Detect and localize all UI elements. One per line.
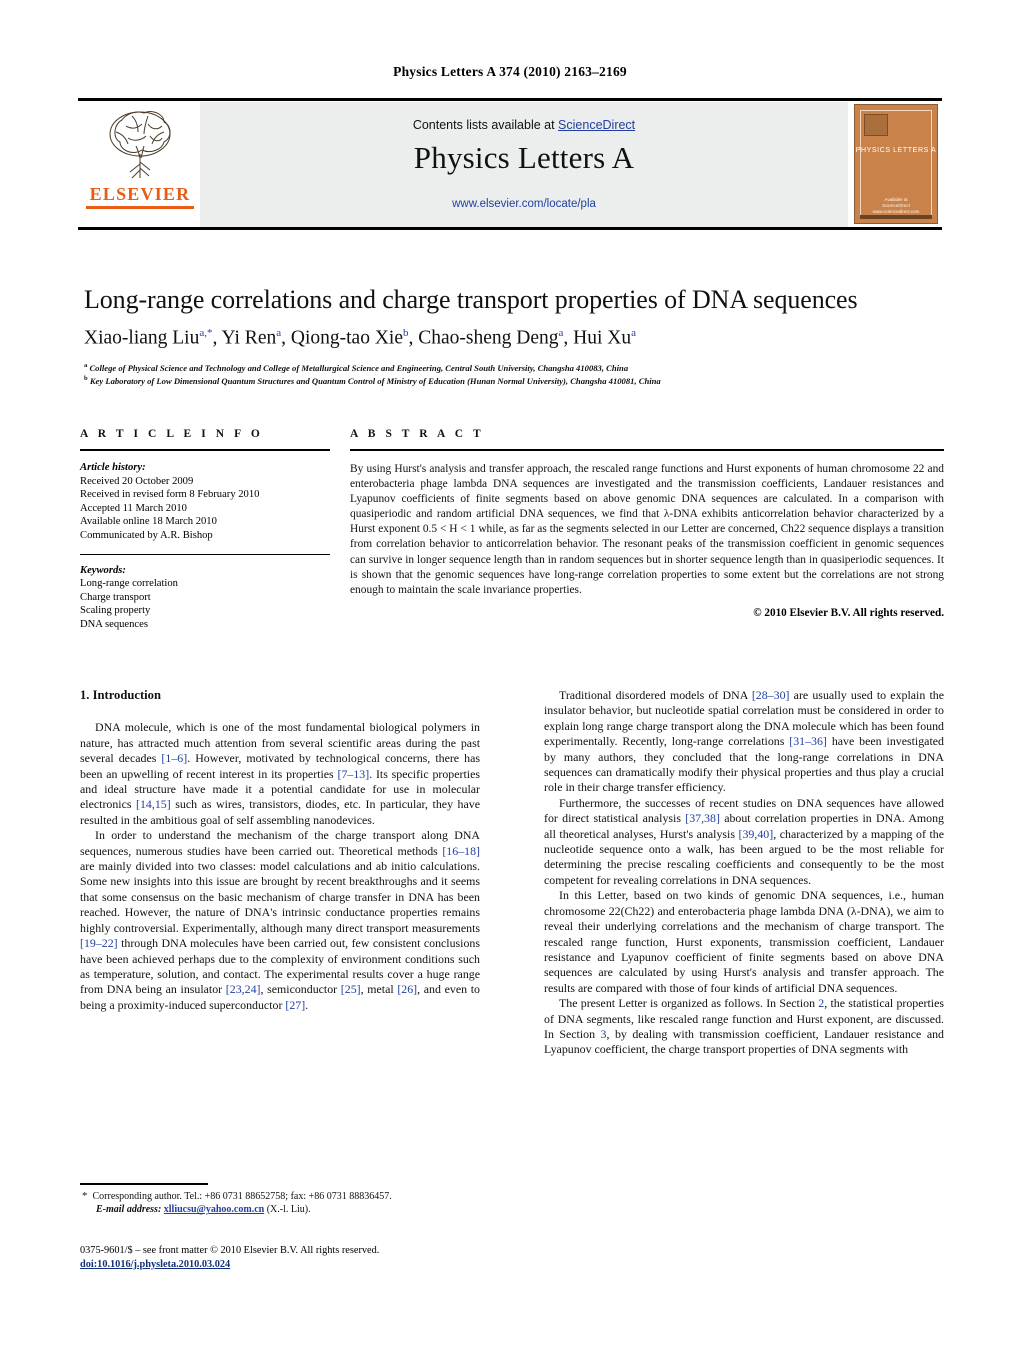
body-column-right: Traditional disordered models of DNA [28… xyxy=(544,688,944,1058)
cover-footer-text: Available at ScienceDirect www.sciencedi… xyxy=(855,197,937,215)
masthead-center: Contents lists available at ScienceDirec… xyxy=(200,102,848,227)
abstract-text: By using Hurst's analysis and transfer a… xyxy=(350,463,944,596)
section-heading-introduction: 1. Introduction xyxy=(80,688,161,702)
keyword-item: Charge transport xyxy=(80,591,151,603)
info-abstract-panel: A R T I C L E I N F O Article history: R… xyxy=(80,428,944,660)
masthead-top-rule xyxy=(78,98,942,101)
keyword-item: DNA sequences xyxy=(80,618,148,630)
paragraph: In this Letter, based on two kinds of ge… xyxy=(544,888,944,995)
history-item: Received in revised form 8 February 2010 xyxy=(80,489,260,501)
body-column-left: 1. Introduction DNA molecule, which is o… xyxy=(80,688,480,1013)
elsevier-logo: ELSEVIER xyxy=(78,102,200,227)
email-label: E-mail address: xyxy=(96,1204,162,1216)
paragraph: Furthermore, the successes of recent stu… xyxy=(544,795,944,887)
imprint-line: 0375-9601/$ – see front matter © 2010 El… xyxy=(80,1245,380,1256)
page-title: Long-range correlations and charge trans… xyxy=(84,285,858,314)
cover-bottom-bar xyxy=(860,215,932,219)
footnote-block: * Corresponding author. Tel.: +86 0731 8… xyxy=(80,1190,480,1217)
cover-corner-square xyxy=(864,114,888,136)
history-item: Accepted 11 March 2010 xyxy=(80,502,187,514)
article-history-label: Article history: xyxy=(80,462,146,473)
history-item: Available online 18 March 2010 xyxy=(80,516,217,528)
asterisk-icon: * xyxy=(82,1190,88,1202)
contents-prefix: Contents lists available at xyxy=(412,118,559,132)
cover-title-text: PHYSICS LETTERS A xyxy=(855,147,937,154)
affiliation-a: a College of Physical Science and Techno… xyxy=(84,362,629,373)
journal-homepage-link[interactable]: www.elsevier.com/locate/pla xyxy=(200,198,848,210)
elsevier-underbar xyxy=(86,206,194,209)
corresponding-author-text: Corresponding author. Tel.: +86 0731 886… xyxy=(92,1191,392,1202)
email-note: E-mail address: xlliucsu@yahoo.com.cn (X… xyxy=(80,1203,480,1216)
contents-available-line: Contents lists available at ScienceDirec… xyxy=(200,118,848,132)
doi-link[interactable]: doi:10.1016/j.physleta.2010.03.024 xyxy=(80,1259,230,1270)
affiliation-b-text: Key Laboratory of Low Dimensional Quantu… xyxy=(89,375,661,386)
paragraph: In order to understand the mechanism of … xyxy=(80,828,480,1012)
cover-image: PHYSICS LETTERS A Available at ScienceDi… xyxy=(854,104,938,224)
journal-cover-thumbnail: PHYSICS LETTERS A Available at ScienceDi… xyxy=(848,102,942,227)
affiliation-a-text: College of Physical Science and Technolo… xyxy=(89,362,629,373)
history-item: Communicated by A.R. Bishop xyxy=(80,529,213,541)
journal-masthead: ELSEVIER Contents lists available at Sci… xyxy=(78,98,942,230)
footnote-rule xyxy=(80,1183,208,1185)
author-list: Xiao-liang Liua,*, Yi Rena, Qiong-tao Xi… xyxy=(84,327,636,349)
affiliation-b: b Key Laboratory of Low Dimensional Quan… xyxy=(84,375,661,386)
article-info-heading: A R T I C L E I N F O xyxy=(80,428,264,440)
keywords-rule xyxy=(80,553,330,555)
article-history-block: Article history: Received 20 October 200… xyxy=(80,461,330,543)
article-info-column: A R T I C L E I N F O Article history: R… xyxy=(80,428,330,632)
keywords-label: Keywords: xyxy=(80,564,126,576)
paragraph: Traditional disordered models of DNA [28… xyxy=(544,688,944,795)
email-link[interactable]: xlliucsu@yahoo.com.cn xyxy=(164,1204,264,1215)
keywords-block: Keywords: Long-range correlation Charge … xyxy=(80,564,330,632)
abstract-heading: A B S T R A C T xyxy=(350,428,485,440)
email-owner: (X.-l. Liu). xyxy=(266,1204,311,1216)
article-info-rule xyxy=(80,449,330,451)
paper-page: Physics Letters A 374 (2010) 2163–2169 E… xyxy=(0,0,1020,1351)
elsevier-tree-icon xyxy=(109,111,171,179)
abstract-column: A B S T R A C T By using Hurst's analysi… xyxy=(350,428,944,619)
corresponding-author-note: * Corresponding author. Tel.: +86 0731 8… xyxy=(80,1190,480,1203)
paragraph: The present Letter is organized as follo… xyxy=(544,996,944,1057)
abstract-rule xyxy=(350,449,944,451)
journal-title: Physics Letters A xyxy=(413,140,635,175)
masthead-bottom-rule xyxy=(78,227,942,230)
elsevier-wordmark: ELSEVIER xyxy=(89,184,191,204)
imprint-block: 0375-9601/$ – see front matter © 2010 El… xyxy=(80,1244,500,1271)
sciencedirect-link[interactable]: ScienceDirect xyxy=(558,118,635,132)
paragraph: DNA molecule, which is one of the most f… xyxy=(80,720,480,827)
abstract-copyright: © 2010 Elsevier B.V. All rights reserved… xyxy=(753,606,944,619)
history-item: Received 20 October 2009 xyxy=(80,475,194,487)
keyword-item: Scaling property xyxy=(80,605,151,617)
keyword-item: Long-range correlation xyxy=(80,578,178,590)
running-head: Physics Letters A 374 (2010) 2163–2169 xyxy=(393,64,627,79)
